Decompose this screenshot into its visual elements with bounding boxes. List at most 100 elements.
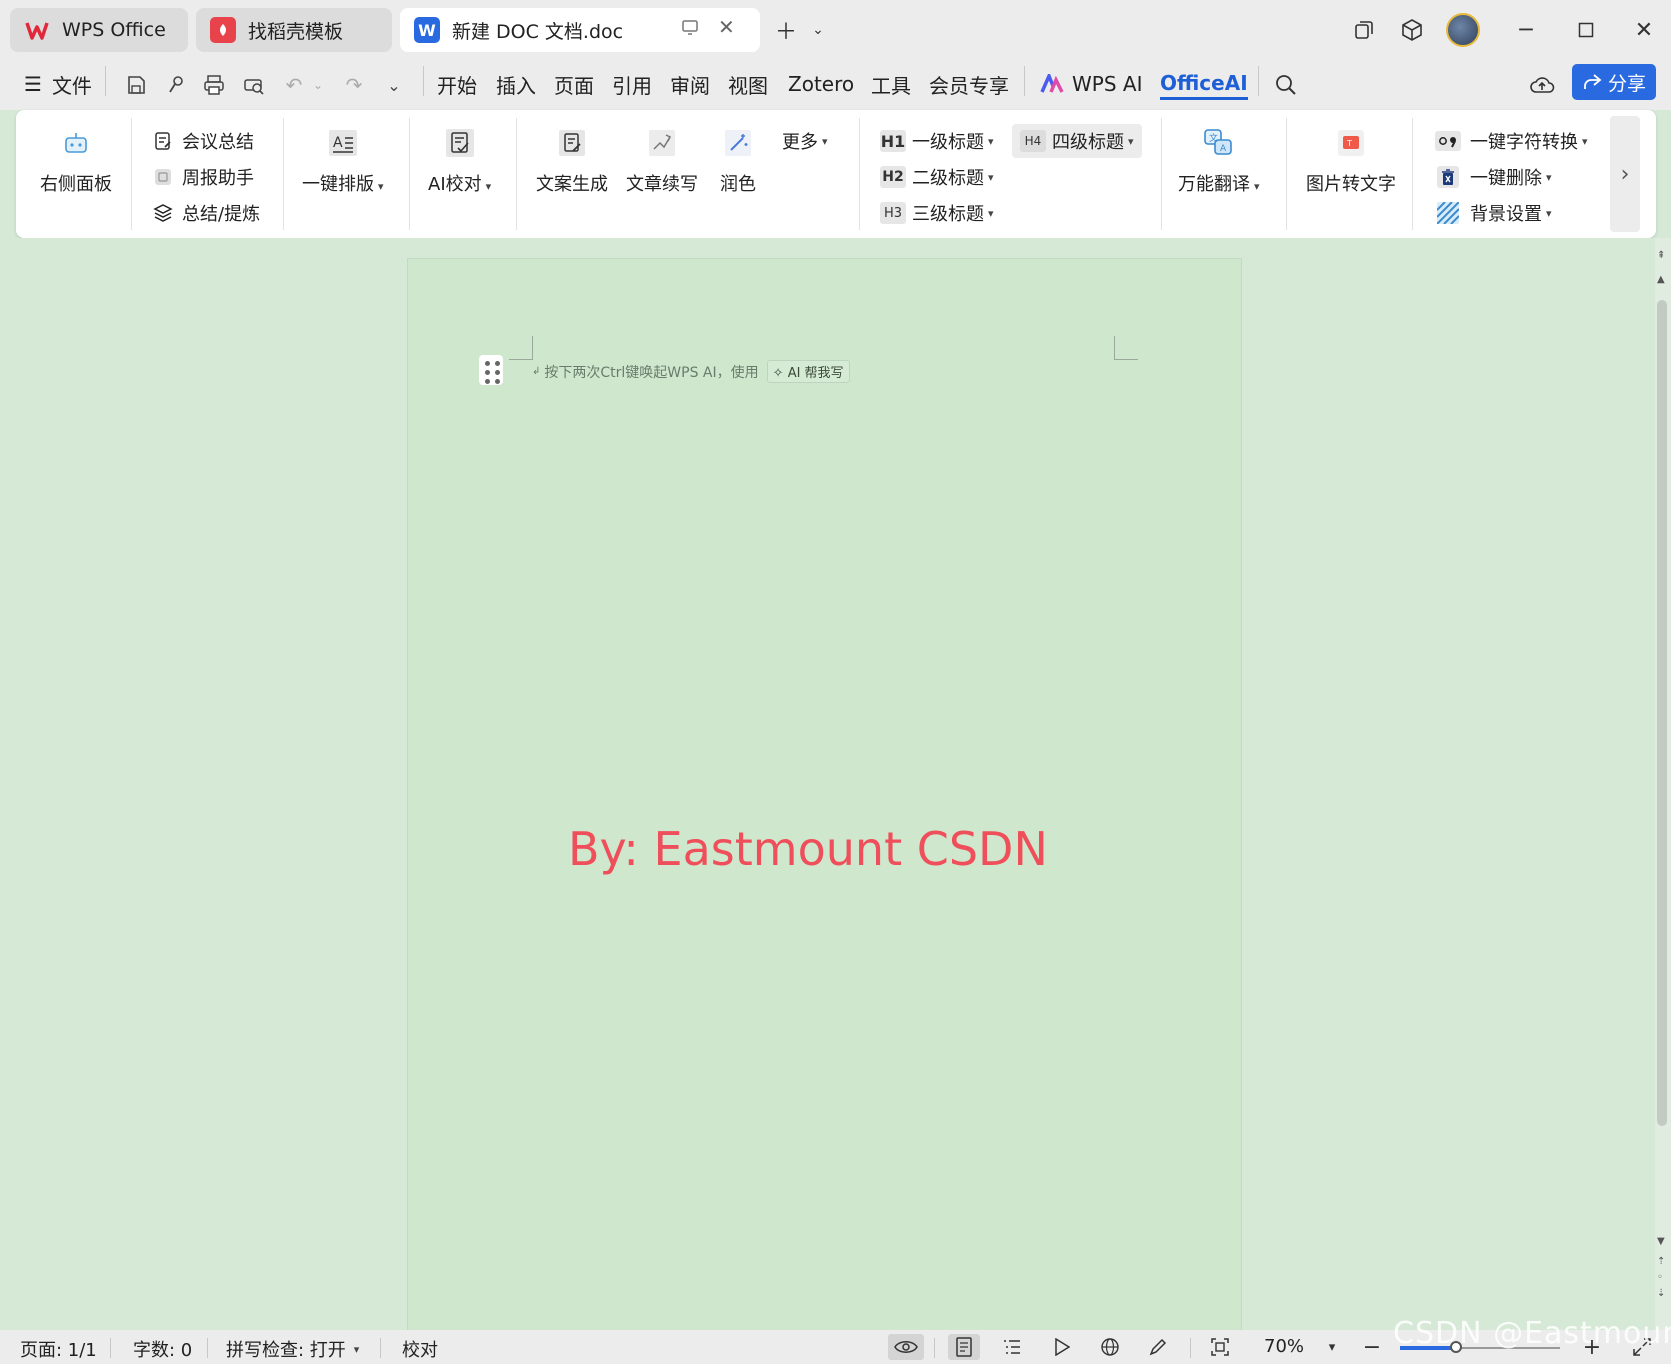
paragraph-drag-handle[interactable] bbox=[479, 355, 503, 385]
more-button[interactable]: 更多 ▾ bbox=[782, 126, 828, 156]
menu-page[interactable]: 页面 bbox=[554, 68, 594, 100]
polish-button[interactable]: 润色 bbox=[720, 126, 756, 196]
heading4-label: 四级标题 bbox=[1052, 132, 1124, 153]
ai-proofread-button[interactable]: AI校对 ▾ bbox=[428, 126, 491, 196]
search-icon[interactable] bbox=[1272, 71, 1300, 99]
char-convert-button[interactable]: 一键字符转换 ▾ bbox=[1434, 126, 1588, 156]
scroll-down-icon[interactable]: ▼ bbox=[1657, 1236, 1665, 1247]
monitor-icon[interactable] bbox=[680, 17, 700, 42]
article-continue-button[interactable]: 文章续写 bbox=[626, 126, 698, 196]
menu-references[interactable]: 引用 bbox=[612, 68, 652, 100]
zoom-out-icon[interactable]: − bbox=[1356, 1334, 1388, 1360]
chevron-down-icon[interactable]: ⌄ bbox=[798, 10, 838, 50]
prev-page-icon[interactable]: ⇡ bbox=[1657, 1256, 1665, 1267]
weekly-report-icon bbox=[152, 166, 174, 188]
wps-ai-label: WPS AI bbox=[1072, 72, 1143, 96]
char-convert-label: 一键字符转换 bbox=[1470, 132, 1578, 153]
separator bbox=[423, 66, 424, 96]
heading3-button[interactable]: H3 三级标题 ▾ bbox=[880, 198, 994, 228]
menu-review[interactable]: 审阅 bbox=[670, 68, 710, 100]
separator bbox=[1286, 118, 1287, 230]
hamburger-icon: ☰ bbox=[24, 72, 42, 96]
eye-protection-icon[interactable] bbox=[888, 1334, 924, 1360]
tab-label: WPS Office bbox=[62, 19, 166, 41]
title-bar: WPS Office 找稻壳模板 W 新建 DOC 文档.doc ✕ ＋ ⌄ ─… bbox=[0, 0, 1671, 58]
one-click-layout-button[interactable]: A 一键排版 ▾ bbox=[302, 126, 384, 196]
document-page[interactable] bbox=[407, 258, 1242, 1334]
avatar[interactable] bbox=[1443, 10, 1483, 50]
ribbon-scroll-right-icon[interactable]: › bbox=[1610, 116, 1640, 232]
customize-toolbar-icon[interactable]: ⌄ bbox=[380, 71, 408, 99]
menu-wps-ai[interactable]: WPS AI bbox=[1040, 68, 1142, 100]
spell-check-toggle[interactable]: 拼写检查: 打开 ▾ bbox=[226, 1336, 359, 1362]
word-count[interactable]: 字数: 0 bbox=[133, 1336, 192, 1362]
play-icon[interactable] bbox=[1046, 1334, 1078, 1360]
meeting-summary-button[interactable]: 会议总结 bbox=[152, 126, 254, 156]
print-icon[interactable] bbox=[200, 71, 228, 99]
format-painter-icon[interactable] bbox=[162, 71, 190, 99]
cube-icon[interactable] bbox=[1392, 10, 1432, 50]
docer-icon bbox=[210, 17, 236, 43]
image-to-text-button[interactable]: T 图片转文字 bbox=[1306, 126, 1396, 196]
background-settings-label: 背景设置 bbox=[1470, 204, 1542, 225]
scroll-thumb[interactable] bbox=[1657, 300, 1667, 1126]
outline-view-icon[interactable] bbox=[996, 1334, 1028, 1360]
page-view-icon[interactable] bbox=[948, 1334, 980, 1360]
web-view-icon[interactable] bbox=[1094, 1334, 1126, 1360]
close-tab-icon[interactable]: ✕ bbox=[718, 15, 735, 39]
universal-translate-button[interactable]: 文A 万能翻译 ▾ bbox=[1178, 126, 1260, 196]
menu-insert[interactable]: 插入 bbox=[496, 68, 536, 100]
heading4-button[interactable]: H4 四级标题 ▾ bbox=[1012, 124, 1142, 158]
save-icon[interactable] bbox=[122, 71, 150, 99]
menu-officeai[interactable]: OfficeAI bbox=[1160, 68, 1248, 100]
zoom-dropdown-icon[interactable]: ▾ bbox=[1316, 1334, 1348, 1360]
heading2-button[interactable]: H2 二级标题 ▾ bbox=[880, 162, 994, 192]
heading1-button[interactable]: H1 一级标题 ▾ bbox=[880, 126, 994, 156]
print-preview-icon[interactable] bbox=[240, 71, 268, 99]
officeai-ribbon: 右侧面板 会议总结 周报助手 总结/提炼 A 一键排版 ▾ AI校对 ▾ 文案生成 … bbox=[16, 110, 1656, 238]
svg-text:文: 文 bbox=[1209, 132, 1218, 144]
menu-member[interactable]: 会员专享 bbox=[929, 68, 1009, 100]
scroll-options-icon[interactable]: ⇞ bbox=[1657, 250, 1665, 261]
heading2-label: 二级标题 bbox=[912, 168, 984, 189]
minimize-icon[interactable]: ─ bbox=[1506, 10, 1546, 50]
ai-help-write-label: AI 帮我写 bbox=[787, 366, 844, 381]
fit-page-icon[interactable] bbox=[1204, 1334, 1236, 1360]
menu-start[interactable]: 开始 bbox=[437, 68, 477, 100]
file-menu[interactable]: ☰ 文件 bbox=[24, 68, 92, 100]
select-browse-object-icon[interactable]: ◦ bbox=[1657, 1272, 1663, 1283]
zoom-level[interactable]: 70% bbox=[1264, 1336, 1304, 1357]
maximize-icon[interactable] bbox=[1566, 10, 1606, 50]
translate-icon: 文A bbox=[1202, 126, 1236, 160]
separator bbox=[283, 118, 284, 230]
redo-icon[interactable]: ↷ bbox=[340, 71, 368, 99]
undo-dropdown-icon[interactable]: ⌄ bbox=[304, 71, 332, 99]
menu-tools[interactable]: 工具 bbox=[871, 68, 911, 100]
scroll-up-icon[interactable]: ▲ bbox=[1657, 274, 1665, 285]
menu-zotero[interactable]: Zotero bbox=[788, 68, 854, 100]
one-click-delete-button[interactable]: 一键删除 ▾ bbox=[1434, 162, 1552, 192]
cloud-upload-icon[interactable] bbox=[1528, 71, 1556, 99]
menu-view[interactable]: 视图 bbox=[728, 68, 768, 100]
punctuation-icon bbox=[1434, 130, 1462, 152]
pen-icon[interactable] bbox=[1142, 1334, 1174, 1360]
page-indicator[interactable]: 页面: 1/1 bbox=[20, 1336, 97, 1362]
text-layout-icon: A bbox=[326, 126, 360, 160]
ai-help-write-button[interactable]: ✧ AI 帮我写 bbox=[766, 360, 850, 383]
right-panel-button[interactable]: 右侧面板 bbox=[40, 126, 112, 196]
paragraph-mark-icon: ↲ bbox=[532, 366, 541, 377]
next-page-icon[interactable]: ⇣ bbox=[1657, 1288, 1665, 1299]
background-settings-button[interactable]: 背景设置 ▾ bbox=[1434, 198, 1552, 228]
proofread-status[interactable]: 校对 bbox=[402, 1336, 438, 1362]
close-window-icon[interactable]: ✕ bbox=[1624, 10, 1664, 50]
weekly-assistant-button[interactable]: 周报助手 bbox=[152, 162, 254, 192]
tab-docer-templates[interactable]: 找稻壳模板 bbox=[196, 8, 392, 52]
tab-new-doc[interactable]: W 新建 DOC 文档.doc ✕ bbox=[400, 8, 760, 52]
summary-refine-button[interactable]: 总结/提炼 bbox=[152, 198, 260, 228]
window-tile-icon[interactable] bbox=[1344, 10, 1384, 50]
copy-generate-button[interactable]: 文案生成 bbox=[536, 126, 608, 196]
tab-wps-office[interactable]: WPS Office bbox=[10, 8, 188, 52]
share-button[interactable]: 分享 bbox=[1572, 64, 1656, 100]
separator bbox=[409, 118, 410, 230]
separator bbox=[1024, 66, 1025, 96]
